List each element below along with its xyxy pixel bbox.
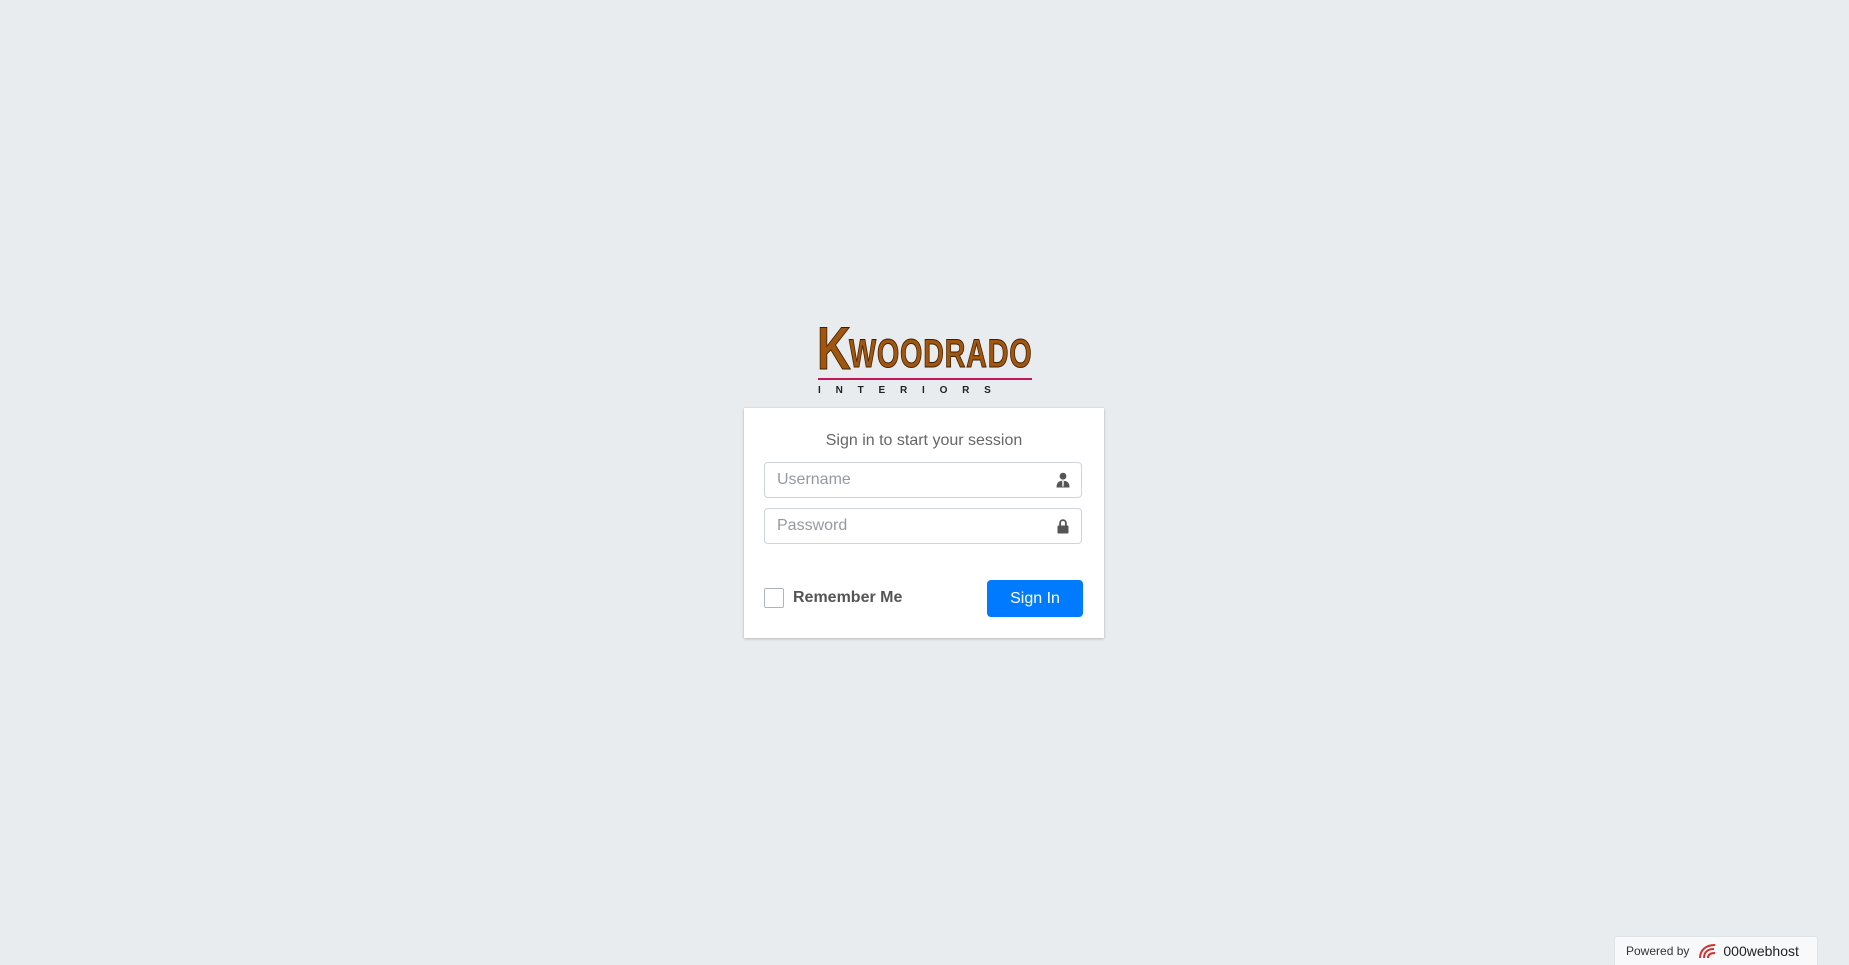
logo[interactable]: K WOODRADO INTERIORS bbox=[744, 318, 1104, 398]
password-input[interactable] bbox=[765, 509, 1059, 543]
login-card: Sign in to start your session Remember M… bbox=[744, 408, 1104, 638]
username-field[interactable] bbox=[764, 462, 1082, 498]
login-box: K WOODRADO INTERIORS Sign in to start yo… bbox=[744, 318, 1104, 638]
logo-tagline: INTERIORS bbox=[818, 385, 1006, 396]
username-input[interactable] bbox=[765, 463, 1059, 497]
logo-initial: K bbox=[817, 315, 852, 382]
sign-in-button[interactable]: Sign In bbox=[987, 580, 1083, 617]
user-icon bbox=[1056, 472, 1070, 488]
login-box-message: Sign in to start your session bbox=[825, 432, 1023, 449]
remember-me-label[interactable]: Remember Me bbox=[793, 589, 902, 607]
lock-icon bbox=[1057, 519, 1069, 534]
powered-by-badge[interactable]: Powered by 000webhost bbox=[1614, 936, 1818, 965]
powered-by-brand: 000webhost bbox=[1723, 943, 1799, 959]
logo-name: WOODRADO bbox=[849, 332, 1033, 376]
remember-me-checkbox[interactable] bbox=[764, 588, 784, 608]
password-field[interactable] bbox=[764, 508, 1082, 544]
powered-by-label: Powered by bbox=[1626, 944, 1690, 958]
webhost-logo-icon bbox=[1699, 944, 1716, 959]
remember-me: Remember Me bbox=[764, 588, 902, 608]
logo-divider bbox=[818, 378, 1032, 380]
logo-wordmark: K WOODRADO bbox=[817, 315, 1033, 382]
